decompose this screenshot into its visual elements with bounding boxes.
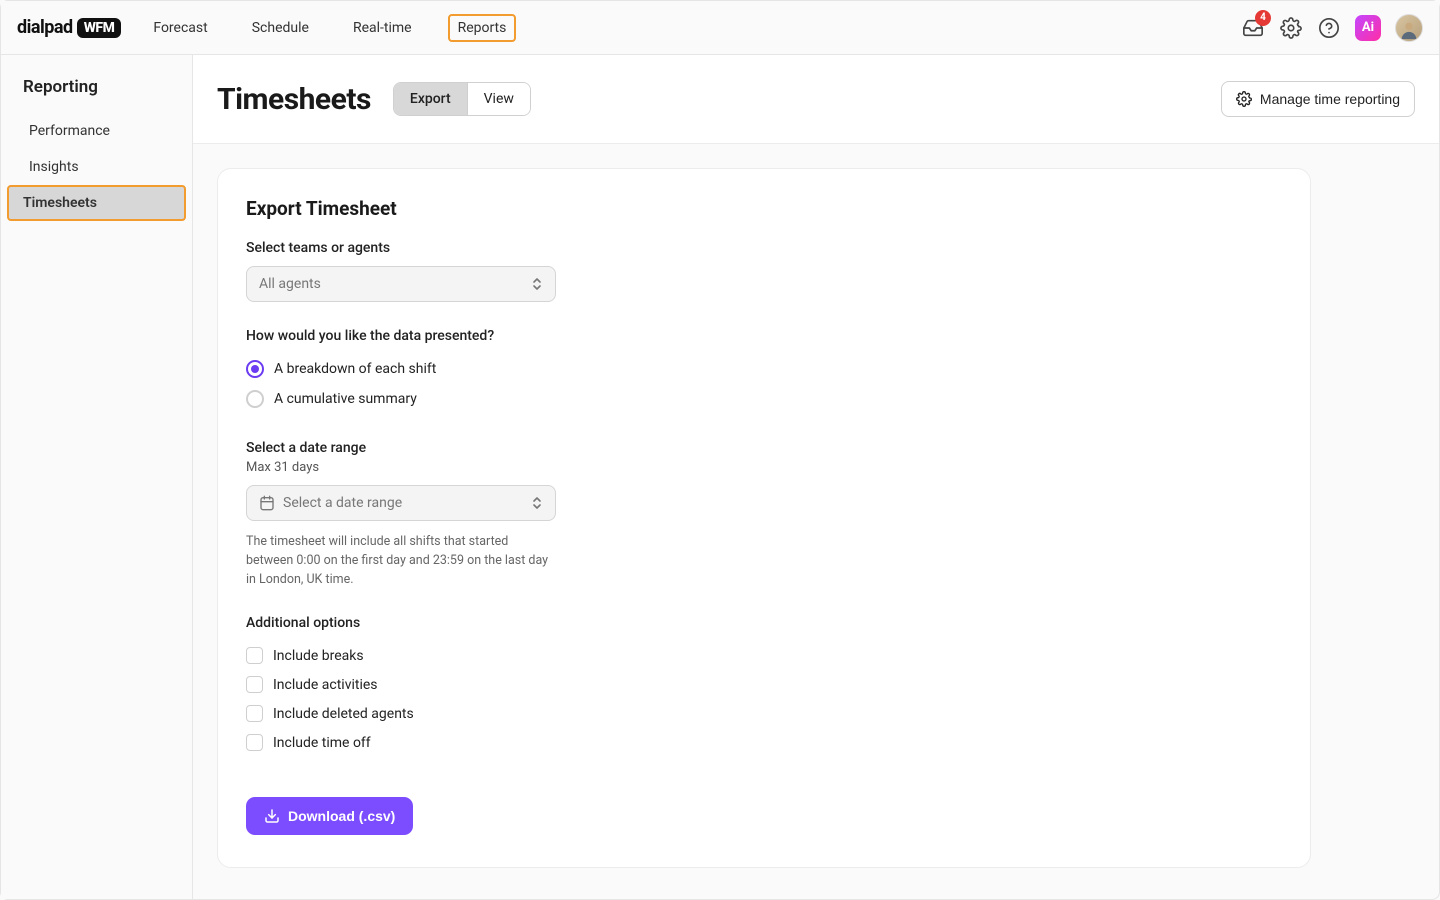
radio-icon [246,390,264,408]
page-title: Timesheets [217,82,371,117]
download-button[interactable]: Download (.csv) [246,797,413,835]
card-title: Export Timesheet [246,197,1282,220]
help-icon[interactable] [1317,16,1341,40]
check-label: Include breaks [273,648,364,664]
top-nav: dialpad WFM Forecast Schedule Real-time … [1,1,1439,55]
brand-name: dialpad [17,17,73,38]
ai-badge-icon[interactable]: Ai [1355,15,1381,41]
gear-icon [1236,91,1252,107]
daterange-help: The timesheet will include all shifts th… [246,533,556,589]
page-header: Timesheets Export View Manage time repor… [193,55,1439,144]
nav-reports[interactable]: Reports [448,14,517,42]
teams-section: Select teams or agents All agents [246,240,1282,302]
brand-suffix: WFM [77,18,122,38]
check-label: Include deleted agents [273,706,414,722]
teams-select[interactable]: All agents [246,266,556,302]
tab-view[interactable]: View [467,83,530,115]
checkbox-icon [246,647,263,664]
inbox-icon[interactable]: 4 [1241,16,1265,40]
nav-schedule[interactable]: Schedule [244,14,317,42]
chevron-sort-icon [531,277,543,291]
radio-cumulative[interactable]: A cumulative summary [246,384,1282,414]
radio-label: A breakdown of each shift [274,361,436,377]
radio-icon [246,360,264,378]
tab-group: Export View [393,82,531,116]
radio-breakdown[interactable]: A breakdown of each shift [246,354,1282,384]
content: Export Timesheet Select teams or agents … [193,144,1439,892]
main: Timesheets Export View Manage time repor… [193,55,1439,899]
download-label: Download (.csv) [288,808,395,824]
options-section: Additional options Include breaks Includ… [246,615,1282,757]
daterange-sub: Max 31 days [246,460,1282,475]
brand-logo: dialpad WFM [17,17,121,38]
daterange-placeholder: Select a date range [283,495,402,511]
gear-icon[interactable] [1279,16,1303,40]
avatar[interactable] [1395,14,1423,42]
tab-export[interactable]: Export [394,83,467,115]
nav-forecast[interactable]: Forecast [145,14,215,42]
nav-items: Forecast Schedule Real-time Reports [145,14,516,42]
teams-label: Select teams or agents [246,240,1282,256]
notification-badge: 4 [1255,10,1271,26]
teams-value: All agents [259,276,321,292]
ai-label: Ai [1362,20,1374,35]
checkbox-icon [246,676,263,693]
radio-label: A cumulative summary [274,391,417,407]
check-include-time-off[interactable]: Include time off [246,728,1282,757]
manage-button-label: Manage time reporting [1260,91,1400,107]
nav-right: 4 Ai [1241,14,1423,42]
check-include-activities[interactable]: Include activities [246,670,1282,699]
chevron-sort-icon [531,496,543,510]
sidebar-item-timesheets[interactable]: Timesheets [7,185,186,221]
download-icon [264,808,280,824]
presentation-section: How would you like the data presented? A… [246,328,1282,414]
sidebar-item-performance[interactable]: Performance [7,113,186,149]
sidebar-item-insights[interactable]: Insights [7,149,186,185]
daterange-label: Select a date range [246,440,1282,456]
check-label: Include time off [273,735,371,751]
sidebar: Reporting Performance Insights Timesheet… [1,55,193,899]
checkbox-icon [246,734,263,751]
daterange-section: Select a date range Max 31 days Select a… [246,440,1282,589]
sidebar-title: Reporting [1,73,192,113]
nav-realtime[interactable]: Real-time [345,14,420,42]
presentation-label: How would you like the data presented? [246,328,1282,344]
check-include-deleted-agents[interactable]: Include deleted agents [246,699,1282,728]
daterange-select[interactable]: Select a date range [246,485,556,521]
manage-time-reporting-button[interactable]: Manage time reporting [1221,81,1415,117]
check-include-breaks[interactable]: Include breaks [246,641,1282,670]
options-label: Additional options [246,615,1282,631]
export-card: Export Timesheet Select teams or agents … [217,168,1311,868]
calendar-icon [259,495,275,511]
check-label: Include activities [273,677,378,693]
checkbox-icon [246,705,263,722]
